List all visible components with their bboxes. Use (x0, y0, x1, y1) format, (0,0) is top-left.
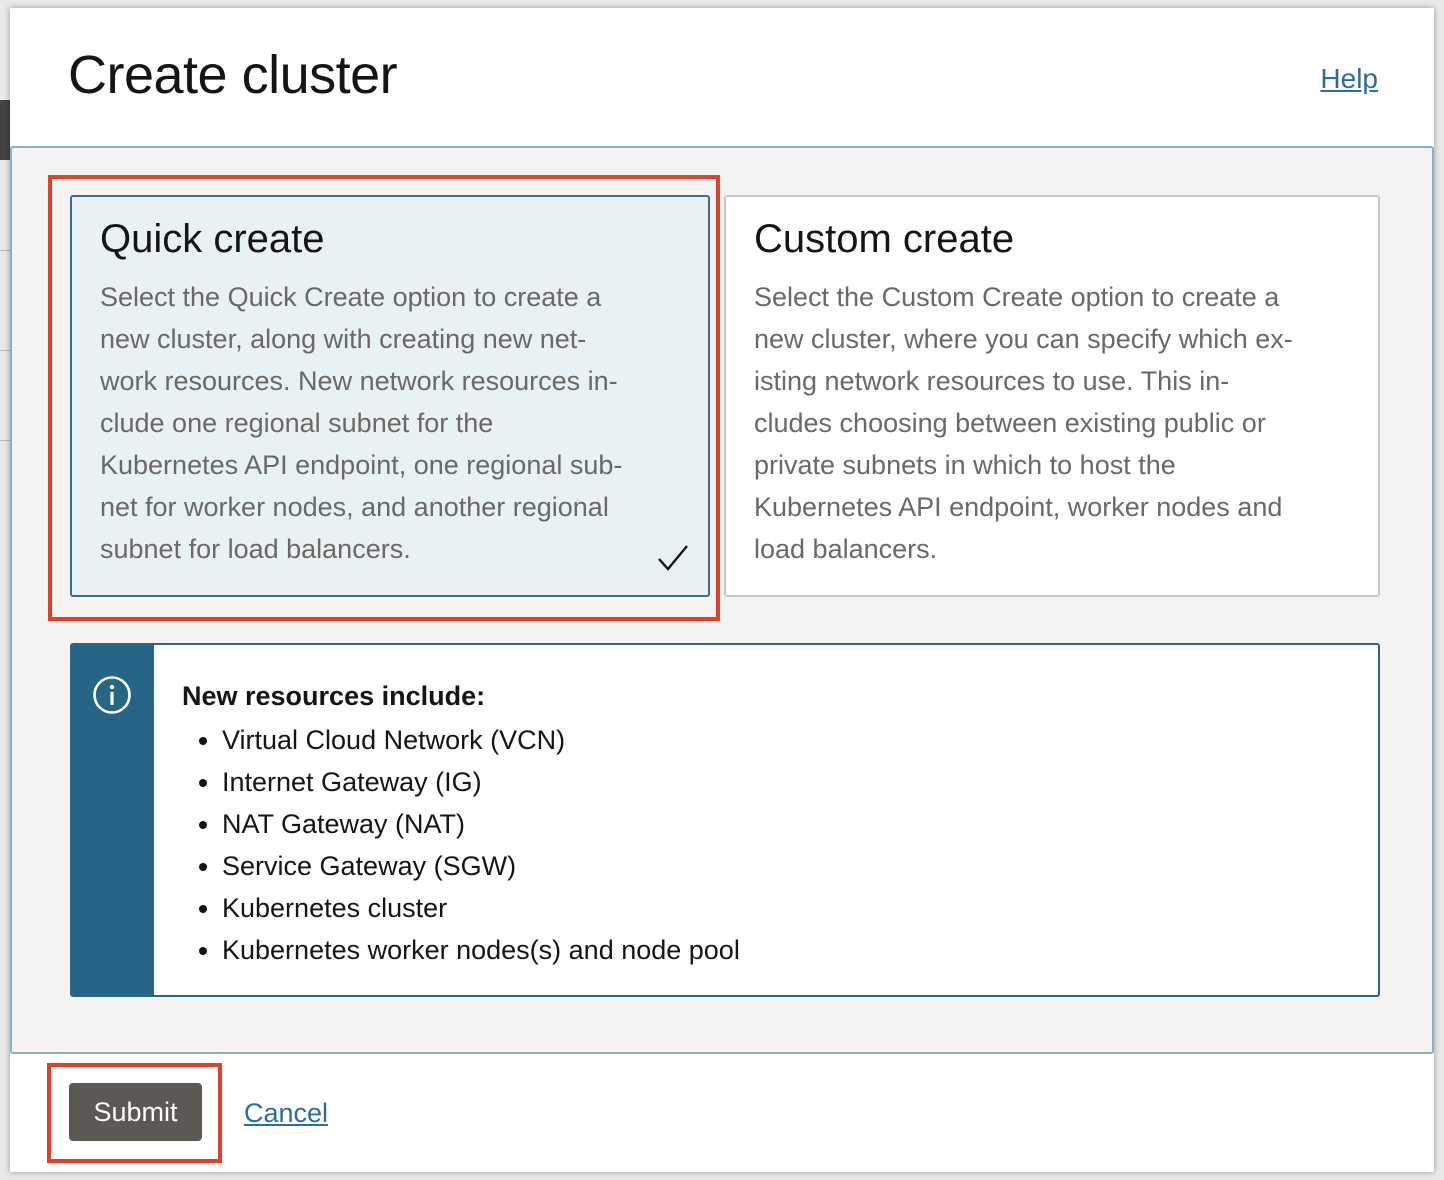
custom-create-card[interactable]: Custom create Select the Custom Create o… (724, 195, 1380, 597)
quick-create-card[interactable]: Quick create Select the Quick Create opt… (70, 195, 710, 597)
submit-button[interactable]: Submit (69, 1083, 202, 1141)
list-item: NAT Gateway (NAT) (222, 803, 740, 845)
list-item: Virtual Cloud Network (VCN) (222, 719, 740, 761)
dialog-footer: Submit Cancel (10, 1056, 1430, 1172)
quick-create-description: Select the Quick Create option to create… (100, 282, 623, 564)
help-link[interactable]: Help (1320, 63, 1378, 95)
list-item: Kubernetes cluster (222, 887, 740, 929)
dialog-title: Create cluster (68, 45, 398, 105)
new-resources-info-box: New resources include: Virtual Cloud Net… (70, 643, 1380, 997)
cancel-link[interactable]: Cancel (244, 1098, 328, 1129)
custom-create-title: Custom create (754, 217, 1015, 261)
info-heading: New resources include: (182, 681, 486, 711)
list-item: Internet Gateway (IG) (222, 761, 740, 803)
create-cluster-dialog: Create cluster Help Quick create Select … (10, 8, 1434, 1172)
info-accent-bar (72, 645, 154, 995)
checkmark-icon (658, 545, 688, 571)
custom-create-description: Select the Custom Create option to creat… (754, 282, 1293, 564)
list-item: Service Gateway (SGW) (222, 845, 740, 887)
content-panel: Quick create Select the Quick Create opt… (10, 146, 1434, 1054)
info-icon (93, 676, 131, 714)
list-item: Kubernetes worker nodes(s) and node pool (222, 929, 740, 971)
info-body: New resources include: Virtual Cloud Net… (182, 675, 740, 971)
resource-list: Virtual Cloud Network (VCN) Internet Gat… (182, 719, 740, 971)
quick-create-title: Quick create (100, 217, 325, 261)
